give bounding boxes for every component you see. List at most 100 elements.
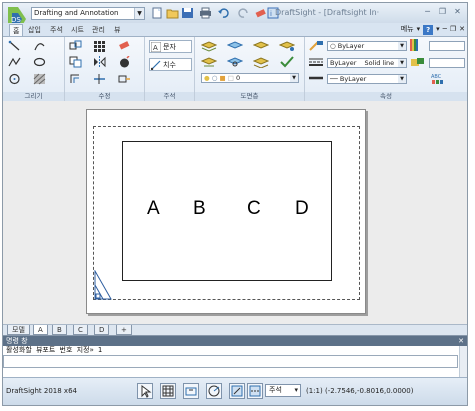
draftsight-window: DS Drafting and Annotation ▼ i DraftSigh…: [2, 2, 468, 406]
polar-icon: [208, 385, 220, 397]
tab-annotate[interactable]: 주석: [47, 24, 66, 36]
tab-view[interactable]: 뷰: [111, 24, 123, 36]
layer-walk-icon[interactable]: [253, 56, 269, 68]
chevron-down-icon: ▾: [294, 386, 298, 394]
minimize-icon[interactable]: ─: [421, 6, 434, 18]
explode-icon[interactable]: [118, 56, 131, 68]
stretch-icon[interactable]: [118, 73, 131, 85]
linestyle-icon[interactable]: [308, 56, 324, 68]
workspace-dropdown[interactable]: Drafting and Annotation ▼: [31, 7, 145, 20]
copy-icon[interactable]: [69, 56, 82, 68]
layer-lock-icon[interactable]: [227, 56, 243, 68]
color-swatch-icon: ○: [330, 42, 336, 50]
properties-panel: ○ ByLayer ▼ ByLayer Solid line ▼ ── ByLa…: [305, 37, 467, 101]
transparency-field[interactable]: [429, 41, 465, 51]
menu-button[interactable]: 메뉴: [401, 24, 414, 35]
ortho-toggle[interactable]: [183, 383, 199, 399]
print-style-field[interactable]: [429, 58, 465, 68]
command-input[interactable]: [3, 355, 458, 368]
tab-insert[interactable]: 삽입: [25, 24, 44, 36]
grid-toggle[interactable]: [160, 383, 176, 399]
array-icon[interactable]: [93, 40, 106, 52]
chevron-down-icon: ▼: [398, 75, 406, 83]
close-doc-icon[interactable]: ✕: [459, 24, 465, 35]
mirror-icon[interactable]: [93, 56, 106, 68]
open-folder-icon[interactable]: [166, 7, 179, 19]
chevron-down-icon[interactable]: ▾: [417, 24, 421, 35]
window-controls: ─ ❐ ✕: [421, 6, 464, 18]
ribbon-tab-bar: 홈 삽입 주석 시트 관리 뷰 메뉴 ▾ ? ▾ ─ ❐ ✕: [3, 23, 467, 36]
eraser-icon[interactable]: [254, 7, 267, 19]
polar-toggle[interactable]: [206, 383, 222, 399]
minimize-doc-icon[interactable]: ─: [443, 24, 447, 35]
redo-icon[interactable]: [237, 7, 250, 19]
arc-icon[interactable]: [33, 40, 46, 52]
check-icon[interactable]: [279, 56, 295, 68]
text-label: 문자: [163, 43, 176, 51]
layer-freeze-icon[interactable]: [201, 56, 217, 68]
properties-panel-label: 속성: [305, 92, 467, 101]
text-button[interactable]: A 문자: [149, 40, 192, 53]
linestyle-type: Solid line: [364, 59, 395, 67]
undo-icon[interactable]: [217, 7, 230, 19]
polyline-icon[interactable]: [8, 56, 21, 68]
trim-icon[interactable]: [93, 73, 106, 85]
abc-style-icon[interactable]: ABC: [431, 73, 447, 85]
match-properties-icon[interactable]: [308, 40, 324, 52]
svg-text:ABC: ABC: [431, 74, 442, 80]
esnap-icon: [231, 385, 243, 397]
save-icon[interactable]: [181, 7, 194, 19]
layer-state-icon[interactable]: [227, 40, 243, 52]
snap-toggle[interactable]: [137, 383, 153, 399]
layer-manager-icon[interactable]: [201, 40, 217, 52]
tab-sheet-a[interactable]: A: [33, 325, 48, 335]
tab-home[interactable]: 홈: [9, 24, 24, 36]
print-icon[interactable]: [199, 7, 212, 19]
tab-manage[interactable]: 관리: [89, 24, 108, 36]
layer-prev-icon[interactable]: [253, 40, 269, 52]
dimension-button[interactable]: 치수: [149, 58, 192, 71]
layer-dropdown[interactable]: ● ○ ■ □ 0 ▼: [201, 73, 299, 83]
move-icon[interactable]: [69, 40, 82, 52]
viewport[interactable]: A B C D: [122, 141, 332, 281]
new-file-icon[interactable]: [151, 7, 164, 19]
line-icon[interactable]: [8, 40, 21, 52]
etrack-toggle[interactable]: [247, 383, 263, 399]
esnap-toggle[interactable]: [229, 383, 245, 399]
drawing-canvas[interactable]: A B C D: [3, 101, 467, 324]
command-scrollbar[interactable]: [459, 346, 467, 377]
close-icon[interactable]: ✕: [458, 336, 464, 346]
linestyle-dropdown[interactable]: ByLayer Solid line ▼: [327, 58, 407, 68]
circle-icon[interactable]: [8, 73, 21, 85]
tab-sheet-b[interactable]: B: [52, 325, 67, 335]
tab-sheet[interactable]: 시트: [68, 24, 87, 36]
tab-sheet-c[interactable]: C: [73, 325, 88, 335]
erase-icon[interactable]: [118, 40, 131, 52]
scale-readout: (1:1): [306, 387, 323, 395]
color-dropdown[interactable]: ○ ByLayer ▼: [327, 41, 407, 51]
chevron-down-icon: ▼: [398, 42, 406, 50]
annotation-scale-dropdown[interactable]: 주석 ▾: [265, 384, 301, 397]
title-bar: DS Drafting and Annotation ▼ i DraftSigh…: [3, 3, 467, 33]
close-icon[interactable]: ✕: [451, 6, 464, 18]
sheet-paper: A B C D: [86, 109, 366, 314]
chevron-down-icon[interactable]: ▾: [436, 24, 440, 35]
modify-panel-label: 수정: [65, 92, 144, 101]
hatch-icon[interactable]: [33, 73, 46, 85]
chevron-down-icon: ▼: [134, 8, 144, 19]
add-sheet-button[interactable]: +: [116, 325, 132, 335]
print-style-icon[interactable]: [410, 56, 426, 68]
draw-panel: 그리기: [3, 37, 65, 101]
layer-isolate-icon[interactable]: [279, 40, 295, 52]
restore-icon[interactable]: ❐: [436, 6, 449, 18]
color-bars-icon[interactable]: [410, 39, 420, 51]
restore-doc-icon[interactable]: ❐: [450, 24, 456, 35]
text-icon: A: [151, 42, 161, 52]
help-icon[interactable]: ?: [423, 24, 434, 35]
ellipse-icon[interactable]: [33, 56, 46, 68]
tab-model[interactable]: 모델: [7, 325, 30, 335]
offset-icon[interactable]: [69, 73, 82, 85]
lineweight-icon[interactable]: [308, 72, 324, 84]
tab-sheet-d[interactable]: D: [94, 325, 110, 335]
lineweight-dropdown[interactable]: ── ByLayer ▼: [327, 74, 407, 84]
